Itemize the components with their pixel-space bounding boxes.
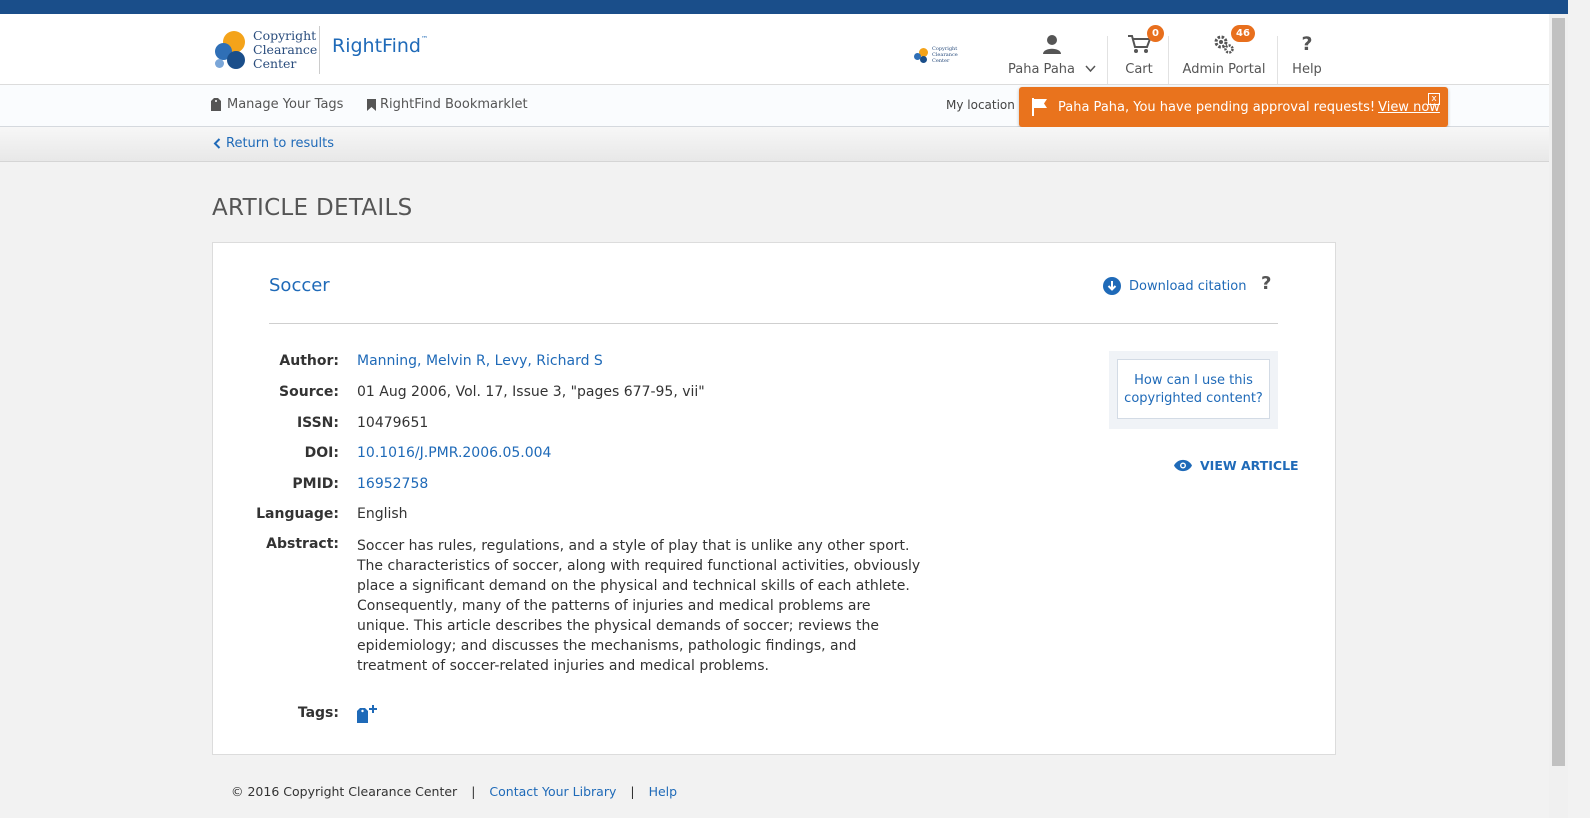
citation-help-icon[interactable]: ? (1261, 273, 1271, 294)
footer-separator: | (630, 784, 635, 799)
eye-icon (1174, 459, 1192, 472)
title-divider (269, 323, 1278, 324)
pmid-row: PMID: 16952758 (243, 476, 428, 492)
pmid-label: PMID: (292, 476, 339, 492)
user-name: Paha Paha (1008, 62, 1075, 77)
language-label: Language: (256, 506, 339, 522)
language-row: Language: English (243, 506, 408, 522)
chevron-left-icon (213, 138, 221, 149)
add-tag-icon (357, 705, 377, 723)
pmid-link[interactable]: 16952758 (357, 476, 428, 492)
abstract-label: Abstract: (266, 536, 339, 552)
flag-icon (1032, 98, 1047, 116)
doi-link[interactable]: 10.1016/J.PMR.2006.05.004 (357, 445, 551, 461)
manage-tags-link[interactable]: Manage Your Tags (211, 97, 343, 112)
scrollbar-thumb[interactable] (1552, 18, 1565, 766)
use-content-panel: How can I use this copyrighted content? (1109, 351, 1278, 429)
nav-divider (1277, 36, 1278, 84)
source-row: Source: 01 Aug 2006, Vol. 17, Issue 3, "… (243, 384, 705, 400)
chevron-down-icon (1085, 65, 1096, 73)
issn-row: ISSN: 10479651 (243, 415, 428, 431)
contact-library-link[interactable]: Contact Your Library (489, 784, 616, 799)
pending-approval-alert: Paha Paha, You have pending approval req… (1019, 87, 1448, 127)
author-link[interactable]: Manning, Melvin R, Levy, Richard S (357, 353, 603, 369)
bookmark-icon (367, 98, 376, 111)
question-mark-icon: ? (1301, 33, 1313, 55)
footer-separator: | (471, 784, 476, 799)
admin-portal-label: Admin Portal (1182, 62, 1266, 77)
product-name: RightFind™ (332, 35, 428, 57)
admin-count-badge: 46 (1231, 25, 1255, 42)
cart-button[interactable]: Cart 0 (1117, 25, 1164, 85)
author-row: Author: Manning, Melvin R, Levy, Richard… (243, 353, 603, 369)
bookmarklet-link[interactable]: RightFind Bookmarklet (367, 97, 528, 112)
download-citation-button[interactable]: Download citation (1103, 277, 1246, 295)
institution-logo: Copyright Clearance Center (914, 44, 960, 66)
source-label: Source: (279, 384, 339, 400)
article-title: Soccer (269, 275, 330, 296)
help-button[interactable]: ? Help (1287, 28, 1327, 85)
use-content-link[interactable]: How can I use this copyrighted content? (1117, 359, 1270, 419)
user-icon (1043, 35, 1061, 54)
view-article-button[interactable]: VIEW ARTICLE (1173, 458, 1299, 473)
my-location[interactable]: My location & (946, 98, 1028, 112)
return-to-results-link[interactable]: Return to results (213, 136, 334, 151)
download-icon (1103, 277, 1121, 295)
top-accent-bar (0, 0, 1568, 14)
ccc-logo[interactable]: Copyright Clearance Center RightFind™ (213, 24, 428, 76)
nav-divider (1168, 36, 1169, 84)
abstract-row: Abstract: Soccer has rules, regulations,… (243, 536, 923, 676)
cart-label: Cart (1125, 62, 1153, 77)
footer: © 2016 Copyright Clearance Center | Cont… (231, 784, 677, 799)
language-value: English (357, 506, 408, 522)
vertical-scrollbar[interactable] (1549, 14, 1568, 818)
site-header: Copyright Clearance Center RightFind™ Co… (0, 14, 1568, 85)
help-label: Help (1292, 62, 1322, 77)
admin-portal-button[interactable]: Admin Portal 46 (1180, 25, 1268, 85)
cart-count-badge: 0 (1147, 25, 1164, 42)
source-value: 01 Aug 2006, Vol. 17, Issue 3, "pages 67… (357, 384, 705, 400)
add-tag-button[interactable] (357, 705, 379, 727)
logo-wordmark: Copyright Clearance Center (253, 28, 318, 71)
doi-label: DOI: (304, 445, 339, 461)
abstract-text: Soccer has rules, regulations, and a sty… (357, 538, 921, 674)
page-title: ARTICLE DETAILS (212, 195, 413, 221)
nav-divider (1107, 36, 1108, 84)
footer-help-link[interactable]: Help (649, 784, 678, 799)
user-menu[interactable]: Paha Paha (1008, 28, 1096, 85)
back-bar: Return to results (0, 127, 1568, 162)
logo-globes-icon (213, 27, 249, 73)
tags-row: Tags: (243, 705, 379, 727)
close-icon[interactable]: x (1428, 93, 1440, 105)
alert-message: Paha Paha, You have pending approval req… (1058, 99, 1376, 115)
author-label: Author: (279, 353, 339, 369)
doi-row: DOI: 10.1016/J.PMR.2006.05.004 (243, 445, 552, 461)
tags-label: Tags: (297, 705, 339, 721)
issn-value: 10479651 (357, 415, 429, 431)
issn-label: ISSN: (296, 415, 339, 431)
mini-globes-icon (914, 47, 930, 63)
article-details-card: Soccer Download citation ? Author: Manni… (212, 242, 1336, 755)
tag-icon (211, 98, 221, 111)
logo-divider (319, 26, 320, 74)
copyright-text: © 2016 Copyright Clearance Center (231, 784, 458, 799)
